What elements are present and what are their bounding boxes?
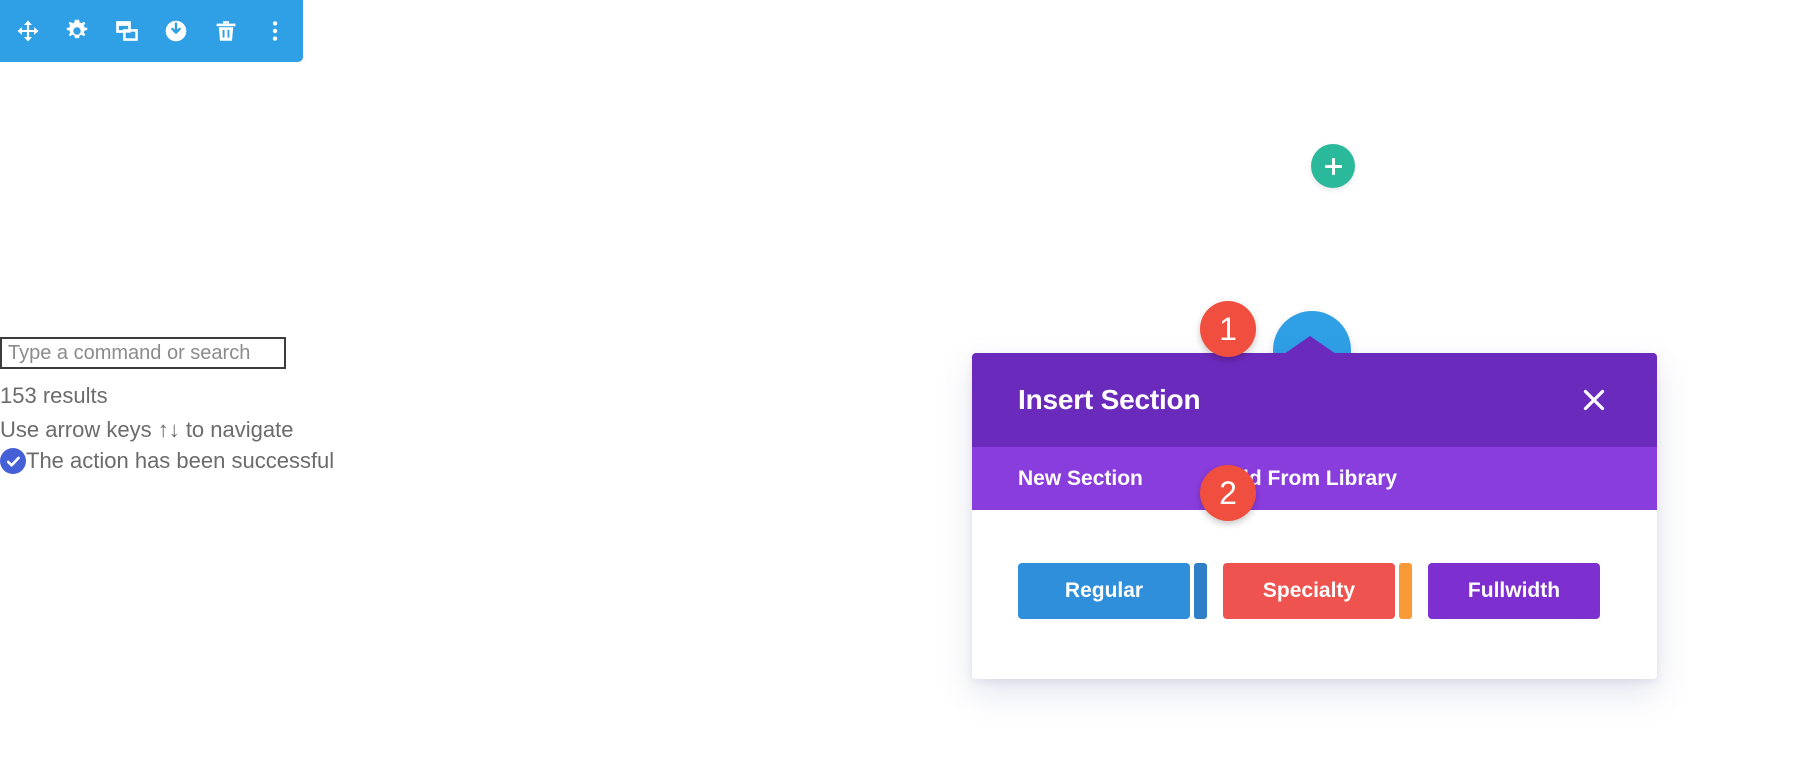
section-type-fullwidth-button[interactable]: Fullwidth — [1428, 563, 1600, 619]
section-type-row: Regular Specialty Fullwidth — [972, 563, 1657, 619]
tab-new-section[interactable]: New Section — [1018, 467, 1143, 491]
modal-tab-bar: New Section Add From Library — [972, 447, 1657, 510]
modal-header: Insert Section — [972, 353, 1657, 447]
modal-title: Insert Section — [1018, 384, 1201, 415]
gear-icon[interactable] — [64, 16, 92, 46]
insert-section-modal: Insert Section New Section Add From Libr… — [972, 336, 1657, 679]
step-badge-1: 1 — [1200, 301, 1256, 357]
move-icon[interactable] — [14, 16, 42, 46]
step-badge-2: 2 — [1200, 465, 1256, 521]
command-search-panel: 153 results Use arrow keys ↑↓ to navigat… — [0, 337, 600, 474]
add-module-button[interactable] — [1311, 144, 1355, 188]
search-input[interactable] — [0, 337, 286, 369]
regular-accent-bar — [1194, 563, 1207, 619]
modal-pointer-arrow — [1284, 336, 1336, 354]
duplicate-icon[interactable] — [113, 16, 141, 46]
specialty-accent-bar — [1399, 563, 1412, 619]
power-icon[interactable] — [163, 16, 191, 46]
section-type-specialty-button[interactable]: Specialty — [1223, 563, 1395, 619]
modal-body: Regular Specialty Fullwidth — [972, 510, 1657, 679]
close-icon[interactable] — [1577, 383, 1611, 417]
section-type-regular-button[interactable]: Regular — [1018, 563, 1190, 619]
navigation-hint: Use arrow keys ↑↓ to navigate — [0, 417, 294, 442]
trash-icon[interactable] — [212, 16, 240, 46]
ellipsis-vertical-icon[interactable] — [262, 16, 290, 46]
success-notice: The action has been successful — [0, 448, 600, 474]
element-settings-toolbar[interactable] — [0, 0, 303, 62]
circle-check-icon — [0, 448, 26, 474]
results-count: 153 results — [0, 383, 108, 408]
success-message: The action has been successful — [26, 448, 335, 473]
